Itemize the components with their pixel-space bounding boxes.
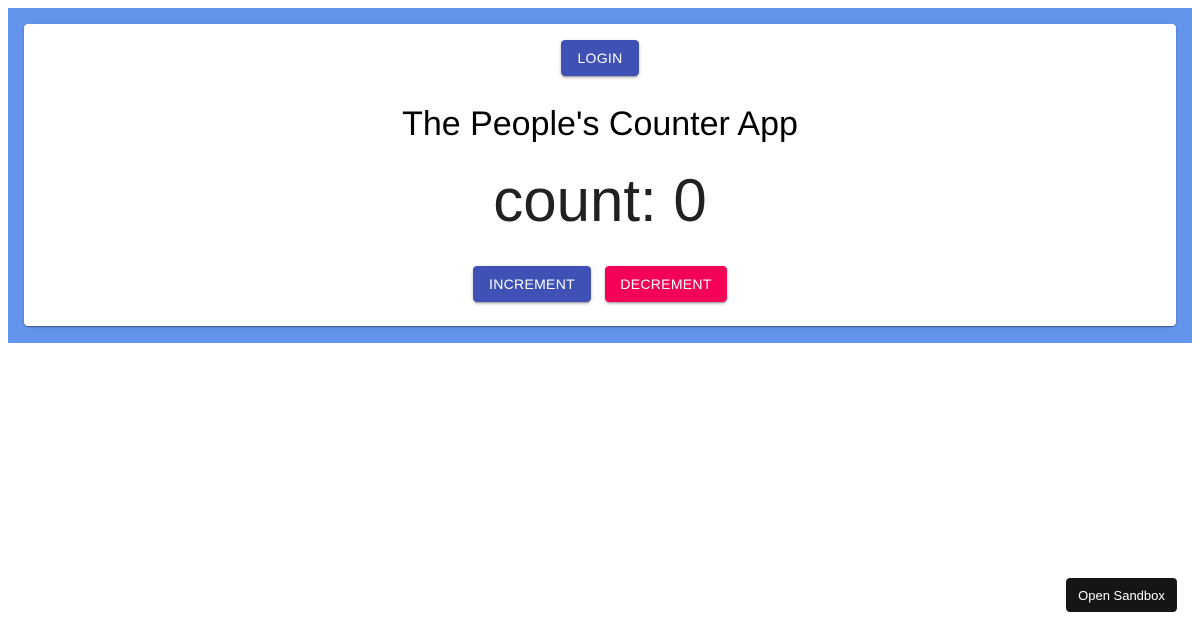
decrement-button[interactable]: DECREMENT: [605, 266, 727, 302]
open-sandbox-button[interactable]: Open Sandbox: [1066, 578, 1177, 612]
app-banner: LOGIN The People's Counter App count: 0 …: [8, 8, 1192, 343]
count-display: count: 0: [493, 167, 707, 234]
login-button[interactable]: LOGIN: [561, 40, 639, 76]
counter-card: LOGIN The People's Counter App count: 0 …: [24, 24, 1176, 326]
increment-button[interactable]: INCREMENT: [473, 266, 591, 302]
page-title: The People's Counter App: [402, 105, 798, 143]
